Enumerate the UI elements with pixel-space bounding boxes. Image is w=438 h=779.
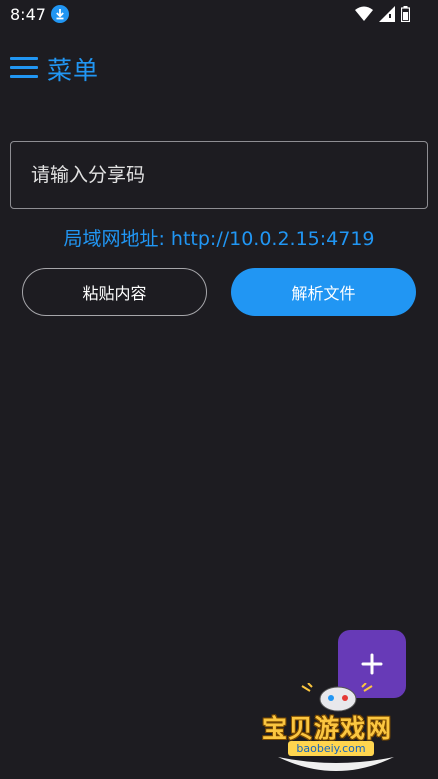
parse-button-label: 解析文件	[291, 284, 356, 303]
watermark-url: baobeiy.com	[288, 741, 374, 756]
paste-button-label: 粘贴内容	[82, 284, 147, 303]
app-bar: 菜单	[0, 45, 438, 91]
watermark-brand: 宝贝游戏网	[262, 714, 393, 743]
share-code-input[interactable]	[10, 141, 428, 209]
watermark-arc	[278, 757, 394, 771]
paste-content-button[interactable]: 粘贴内容	[22, 268, 207, 316]
wifi-icon	[355, 6, 373, 21]
lan-address-text: 局域网地址: http://10.0.2.15:4719	[63, 228, 375, 250]
hamburger-menu-icon[interactable]	[10, 57, 38, 79]
status-time: 8:47	[10, 5, 46, 24]
battery-icon	[401, 6, 410, 22]
signal-icon	[379, 6, 395, 22]
menu-title[interactable]: 菜单	[47, 51, 99, 87]
parse-file-button[interactable]: 解析文件	[231, 268, 416, 316]
watermark-logo: 宝贝游戏网 baobeiy.com	[258, 683, 414, 775]
download-icon	[51, 5, 69, 23]
plus-icon	[361, 653, 383, 675]
status-icons	[355, 6, 410, 22]
status-bar: 8:47	[0, 0, 438, 30]
